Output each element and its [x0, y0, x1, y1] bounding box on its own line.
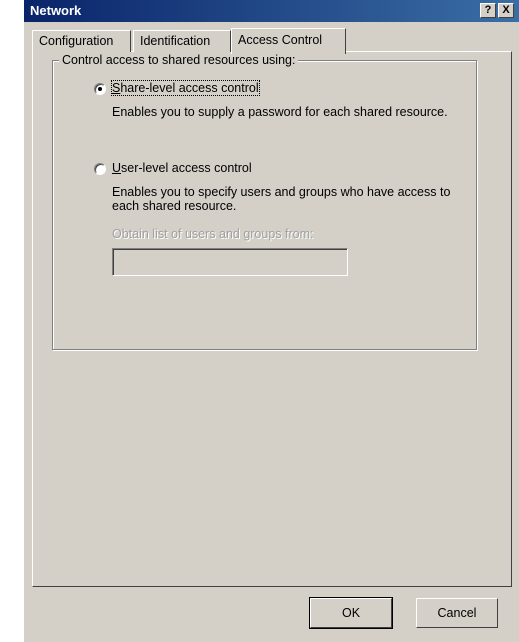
tab-configuration[interactable]: Configuration: [32, 30, 131, 52]
share-level-label-rest: hare-level access control: [120, 81, 259, 95]
help-button[interactable]: ?: [480, 3, 496, 18]
user-level-description: Enables you to specify users and groups …: [112, 185, 451, 213]
share-level-description: Enables you to supply a password for eac…: [112, 105, 448, 119]
share-level-radio[interactable]: [94, 83, 106, 95]
cancel-button[interactable]: Cancel: [416, 598, 498, 628]
tab-identification-label: Identification: [140, 34, 211, 48]
access-control-group: Control access to shared resources using…: [52, 53, 477, 350]
user-level-mnemonic: U: [112, 161, 122, 175]
tab-access-control[interactable]: Access Control: [231, 28, 346, 54]
user-level-radio[interactable]: [94, 163, 106, 175]
user-level-label-rest: ser-level access control: [121, 161, 252, 175]
radio-selected-dot: [98, 87, 102, 91]
tab-configuration-label: Configuration: [39, 34, 114, 48]
user-level-label[interactable]: User-level access control: [112, 161, 252, 175]
obtain-list-field: [112, 248, 348, 276]
group-legend: Control access to shared resources using…: [59, 53, 299, 67]
close-button[interactable]: X: [498, 3, 514, 18]
share-level-label[interactable]: Share-level access control: [111, 80, 260, 96]
tab-identification[interactable]: Identification: [133, 30, 231, 52]
tab-access-control-label: Access Control: [238, 33, 323, 47]
obtain-list-label: Obtain list of users and groups from:: [112, 227, 314, 241]
ok-button[interactable]: OK: [309, 597, 393, 629]
dialog-title: Network: [30, 3, 82, 18]
title-bar: Network ? X: [24, 0, 519, 22]
network-dialog: Network ? X Configuration Identification…: [23, 0, 519, 642]
